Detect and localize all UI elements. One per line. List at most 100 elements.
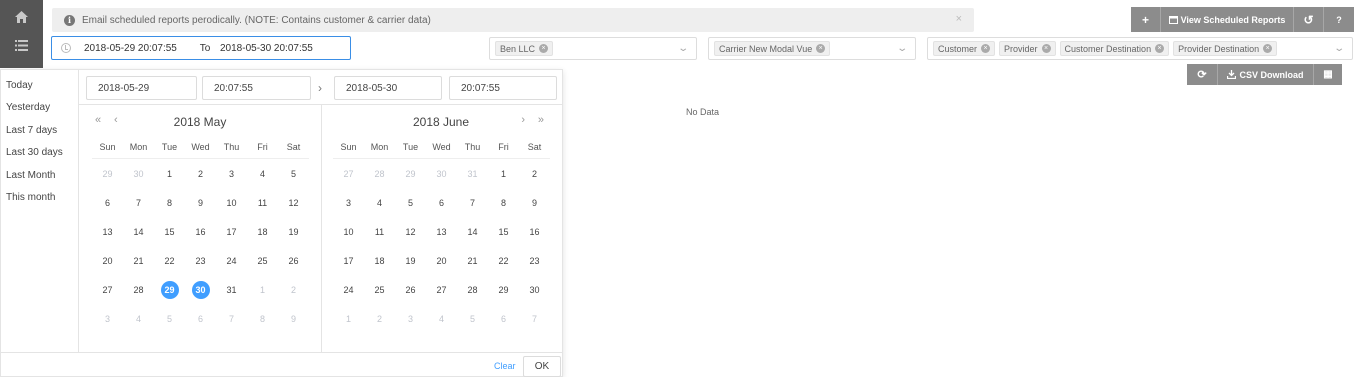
range-start-value[interactable]: 2018-05-29 20:07:55 bbox=[84, 43, 194, 54]
calendar-day[interactable]: 4 bbox=[426, 304, 457, 333]
calendar-day[interactable]: 2 bbox=[278, 275, 309, 304]
calendar-day[interactable]: 13 bbox=[92, 217, 123, 246]
start-date-input[interactable]: 2018-05-29 bbox=[86, 76, 197, 100]
calendar-day[interactable]: 26 bbox=[395, 275, 426, 304]
calendar-day[interactable]: 20 bbox=[426, 246, 457, 275]
calendar-day[interactable]: 7 bbox=[216, 304, 247, 333]
calendar-day[interactable]: 18 bbox=[364, 246, 395, 275]
calendar-day[interactable]: 19 bbox=[278, 217, 309, 246]
calendar-day[interactable]: 16 bbox=[185, 217, 216, 246]
calendar-day[interactable]: 30 bbox=[519, 275, 550, 304]
calendar-day[interactable]: 26 bbox=[278, 246, 309, 275]
help-button[interactable]: ? bbox=[1324, 7, 1354, 32]
calendar-day[interactable]: 3 bbox=[92, 304, 123, 333]
calendar-day[interactable]: 14 bbox=[457, 217, 488, 246]
calendar-day[interactable]: 10 bbox=[216, 188, 247, 217]
end-time-input[interactable]: 20:07:55 bbox=[449, 76, 557, 100]
calendar-day[interactable]: 9 bbox=[278, 304, 309, 333]
calendar-day[interactable]: 27 bbox=[92, 275, 123, 304]
chevron-down-icon[interactable]: ⌄ bbox=[1333, 43, 1345, 54]
calendar-day[interactable]: 30 bbox=[426, 159, 457, 188]
csv-download-button[interactable]: CSV Download bbox=[1218, 64, 1314, 85]
calendar-day[interactable]: 25 bbox=[364, 275, 395, 304]
calendar-day[interactable]: 2 bbox=[519, 159, 550, 188]
shortcut-yesterday[interactable]: Yesterday bbox=[6, 102, 50, 113]
calendar-day[interactable]: 1 bbox=[154, 159, 185, 188]
calendar-day[interactable]: 3 bbox=[395, 304, 426, 333]
shortcut-last-30-days[interactable]: Last 30 days bbox=[6, 147, 63, 158]
calendar-day[interactable]: 9 bbox=[519, 188, 550, 217]
add-button[interactable]: + bbox=[1131, 7, 1161, 32]
calendar-day[interactable]: 29 bbox=[92, 159, 123, 188]
company-select[interactable]: Ben LLC × ⌄ bbox=[489, 37, 697, 60]
chevron-down-icon[interactable]: ⌄ bbox=[677, 43, 689, 54]
calendar-day[interactable]: 23 bbox=[185, 246, 216, 275]
calendar-day[interactable]: 1 bbox=[247, 275, 278, 304]
calendar-day[interactable]: 18 bbox=[247, 217, 278, 246]
calendar-day[interactable]: 25 bbox=[247, 246, 278, 275]
calendar-day-selected[interactable]: 30 bbox=[185, 275, 216, 304]
calendar-day[interactable]: 4 bbox=[247, 159, 278, 188]
calendar-day[interactable]: 2 bbox=[364, 304, 395, 333]
calendar-day[interactable]: 5 bbox=[395, 188, 426, 217]
calendar-day[interactable]: 6 bbox=[92, 188, 123, 217]
calendar-day[interactable]: 29 bbox=[488, 275, 519, 304]
calendar-day[interactable]: 29 bbox=[395, 159, 426, 188]
calendar-day[interactable]: 9 bbox=[185, 188, 216, 217]
calendar-day[interactable]: 27 bbox=[426, 275, 457, 304]
calendar-day[interactable]: 23 bbox=[519, 246, 550, 275]
calendar-day[interactable]: 1 bbox=[333, 304, 364, 333]
refresh-button[interactable]: ↺ bbox=[1294, 7, 1324, 32]
list-icon[interactable] bbox=[0, 32, 43, 58]
next-month-icon[interactable]: › bbox=[521, 114, 525, 126]
calendar-day[interactable]: 6 bbox=[426, 188, 457, 217]
shortcut-this-month[interactable]: This month bbox=[6, 192, 55, 203]
shortcut-last-month[interactable]: Last Month bbox=[6, 170, 55, 181]
close-icon[interactable]: × bbox=[956, 13, 962, 25]
calendar-day[interactable]: 7 bbox=[457, 188, 488, 217]
calendar-day[interactable]: 3 bbox=[216, 159, 247, 188]
calendar-day[interactable]: 30 bbox=[123, 159, 154, 188]
calendar-day[interactable]: 24 bbox=[216, 246, 247, 275]
calendar-day[interactable]: 11 bbox=[247, 188, 278, 217]
calendar-day[interactable]: 5 bbox=[278, 159, 309, 188]
calendar-day[interactable]: 11 bbox=[364, 217, 395, 246]
calendar-day[interactable]: 28 bbox=[457, 275, 488, 304]
calendar-day[interactable]: 17 bbox=[333, 246, 364, 275]
calendar-day[interactable]: 7 bbox=[519, 304, 550, 333]
calendar-day[interactable]: 1 bbox=[488, 159, 519, 188]
calendar-day[interactable]: 5 bbox=[154, 304, 185, 333]
calendar-day[interactable]: 22 bbox=[154, 246, 185, 275]
calendar-day[interactable]: 13 bbox=[426, 217, 457, 246]
remove-tag-icon[interactable]: × bbox=[816, 44, 826, 53]
prev-month-icon[interactable]: ‹ bbox=[114, 114, 118, 126]
calendar-day[interactable]: 20 bbox=[92, 246, 123, 275]
calendar-day[interactable]: 4 bbox=[123, 304, 154, 333]
calendar-day[interactable]: 14 bbox=[123, 217, 154, 246]
chevron-down-icon[interactable]: ⌄ bbox=[896, 43, 908, 54]
calendar-day[interactable]: 21 bbox=[457, 246, 488, 275]
remove-tag-icon[interactable]: × bbox=[1041, 44, 1051, 53]
calculator-icon[interactable]: ▦ bbox=[1314, 64, 1342, 85]
calendar-day[interactable]: 5 bbox=[457, 304, 488, 333]
date-range-input[interactable]: 2018-05-29 20:07:55 To 2018-05-30 20:07:… bbox=[51, 36, 351, 60]
end-date-input[interactable]: 2018-05-30 bbox=[334, 76, 442, 100]
range-end-value[interactable]: 2018-05-30 20:07:55 bbox=[220, 43, 313, 54]
calendar-day[interactable]: 28 bbox=[123, 275, 154, 304]
shortcut-today[interactable]: Today bbox=[6, 80, 33, 91]
calendar-day[interactable]: 8 bbox=[488, 188, 519, 217]
home-icon[interactable] bbox=[0, 4, 43, 30]
calendar-day[interactable]: 22 bbox=[488, 246, 519, 275]
shortcut-last-7-days[interactable]: Last 7 days bbox=[6, 125, 57, 136]
remove-tag-icon[interactable]: × bbox=[539, 44, 549, 53]
ok-button[interactable]: OK bbox=[523, 356, 561, 377]
calendar-day[interactable]: 19 bbox=[395, 246, 426, 275]
calendar-day-selected[interactable]: 29 bbox=[154, 275, 185, 304]
calendar-day[interactable]: 2 bbox=[185, 159, 216, 188]
calendar-day[interactable]: 10 bbox=[333, 217, 364, 246]
view-scheduled-reports-button[interactable]: View Scheduled Reports bbox=[1161, 7, 1294, 32]
carrier-select[interactable]: Carrier New Modal Vue × ⌄ bbox=[708, 37, 916, 60]
clear-button[interactable]: Clear bbox=[494, 361, 516, 371]
next-year-icon[interactable]: » bbox=[538, 114, 544, 126]
remove-tag-icon[interactable]: × bbox=[981, 44, 991, 53]
